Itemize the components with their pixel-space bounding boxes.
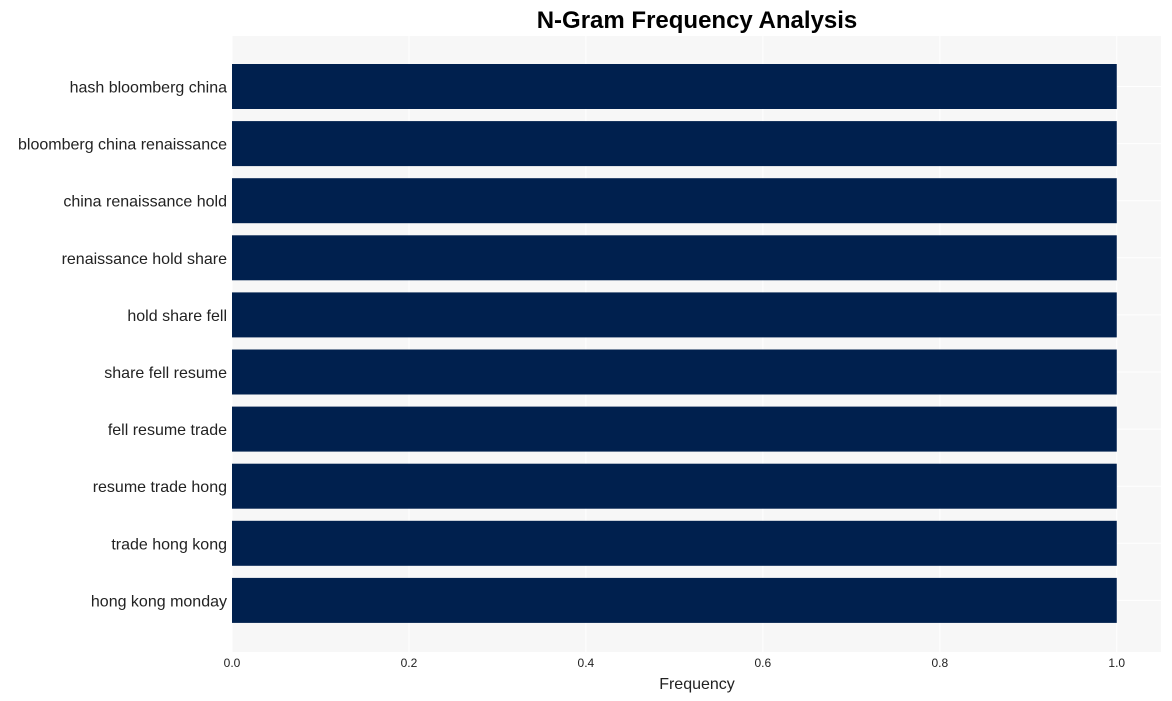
bar <box>232 292 1117 338</box>
y-tick-label: share fell resume <box>104 365 227 382</box>
x-tick-label: 0.6 <box>755 656 772 670</box>
y-axis-labels: hash bloomberg china bloomberg china rena… <box>18 80 227 611</box>
bar <box>232 520 1117 566</box>
bar <box>232 121 1117 167</box>
x-tick-label: 0.0 <box>224 656 241 670</box>
x-axis-ticks: 0.0 0.2 0.4 0.6 0.8 1.0 <box>224 656 1126 670</box>
bar <box>232 235 1117 281</box>
x-tick-label: 0.2 <box>401 656 418 670</box>
y-tick-label: hong kong monday <box>91 593 227 610</box>
ngram-bar-chart: N-Gram Frequency Analysis hash bloomberg… <box>18 7 1161 693</box>
bar <box>232 406 1117 452</box>
bar <box>232 349 1117 395</box>
y-tick-label: hash bloomberg china <box>70 80 228 97</box>
y-tick-label: trade hong kong <box>111 536 227 553</box>
x-tick-label: 0.8 <box>931 656 948 670</box>
y-tick-label: china renaissance hold <box>63 194 227 211</box>
chart-title: N-Gram Frequency Analysis <box>537 7 858 34</box>
y-tick-label: hold share fell <box>127 308 227 325</box>
y-tick-label: resume trade hong <box>93 479 227 496</box>
x-tick-label: 1.0 <box>1108 656 1125 670</box>
x-axis-label: Frequency <box>659 676 735 693</box>
bar <box>232 463 1117 509</box>
y-tick-label: bloomberg china renaissance <box>18 137 227 154</box>
y-tick-label: fell resume trade <box>108 422 227 439</box>
x-tick-label: 0.4 <box>578 656 595 670</box>
y-tick-label: renaissance hold share <box>62 251 228 268</box>
bar <box>232 64 1117 109</box>
bar <box>232 577 1117 623</box>
bar <box>232 178 1117 224</box>
